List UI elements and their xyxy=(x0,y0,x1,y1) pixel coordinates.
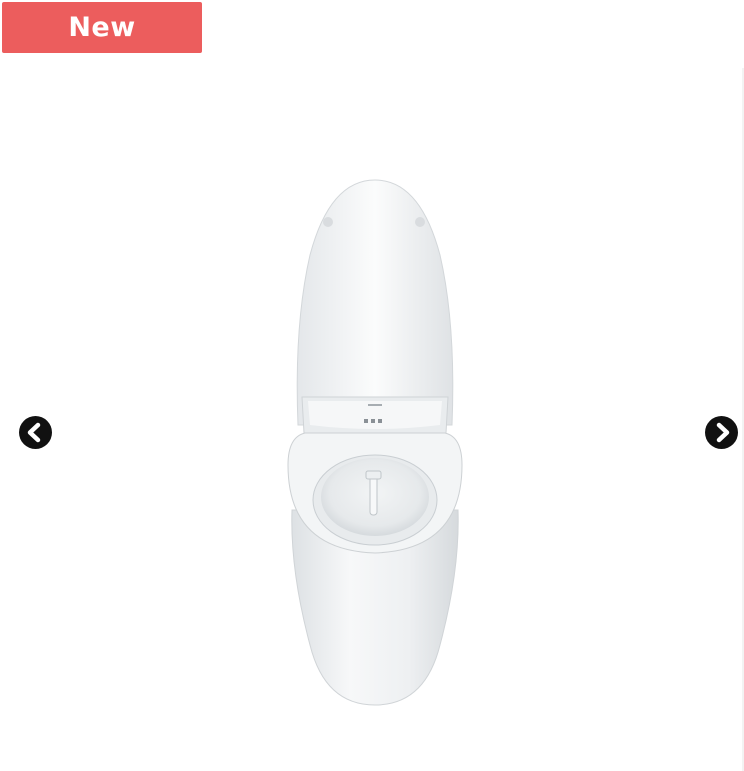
chevron-left-icon xyxy=(27,422,41,443)
new-badge: New xyxy=(2,2,202,53)
next-image-button[interactable] xyxy=(705,416,738,449)
chevron-right-icon xyxy=(716,422,730,443)
product-image xyxy=(287,179,463,706)
previous-image-button[interactable] xyxy=(19,416,52,449)
